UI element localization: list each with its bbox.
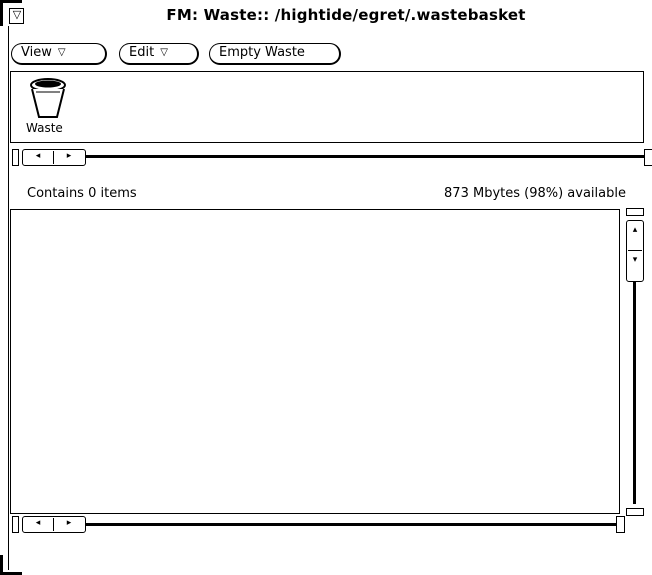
scrollbar-end-anchor[interactable]: [616, 516, 625, 533]
window-title: FM: Waste:: /hightide/egret/.wastebasket: [166, 6, 526, 24]
edit-menu-button[interactable]: Edit ▽: [119, 43, 199, 65]
view-button-label: View: [21, 45, 52, 60]
waste-icon-label[interactable]: Waste: [26, 121, 63, 135]
scroll-elevator[interactable]: ◂ ▸: [22, 516, 86, 533]
empty-waste-label: Empty Waste: [219, 45, 305, 60]
chevron-down-icon: ▽: [57, 47, 66, 58]
item-count-status: Contains 0 items: [27, 186, 137, 201]
chevron-down-icon: ▽: [160, 47, 168, 58]
vertical-scroll-elevator[interactable]: ▴ ▾: [626, 220, 644, 282]
scrollbar-end-anchor[interactable]: [644, 149, 652, 166]
scroll-left-icon[interactable]: ◂: [23, 517, 53, 532]
file-list-vertical-scrollbar[interactable]: ▴ ▾: [623, 207, 645, 517]
icon-pane-horizontal-scrollbar[interactable]: ◂ ▸: [11, 148, 652, 166]
scroll-down-icon[interactable]: ▾: [627, 253, 643, 279]
title-bar[interactable]: ▽ FM: Waste:: /hightide/egret/.wastebask…: [0, 0, 652, 34]
scroll-elevator[interactable]: ◂ ▸: [22, 149, 86, 166]
scroll-right-icon[interactable]: ▸: [54, 150, 84, 165]
edit-button-label: Edit: [129, 45, 155, 60]
scroll-cable[interactable]: [86, 523, 616, 526]
empty-waste-button[interactable]: Empty Waste: [209, 43, 341, 65]
scrollbar-start-anchor[interactable]: [12, 516, 19, 533]
scrollbar-top-anchor[interactable]: [626, 208, 644, 216]
view-menu-button[interactable]: View ▽: [11, 43, 107, 65]
scroll-up-icon[interactable]: ▴: [627, 223, 643, 249]
file-list-horizontal-scrollbar[interactable]: ◂ ▸: [11, 515, 631, 533]
wastebasket-icon[interactable]: [28, 77, 68, 119]
scrollbar-start-anchor[interactable]: [12, 149, 19, 166]
scroll-cable[interactable]: [86, 155, 644, 158]
file-list-pane[interactable]: [10, 209, 620, 514]
scroll-left-icon[interactable]: ◂: [23, 150, 53, 165]
icon-pane: [10, 71, 644, 143]
scroll-right-icon[interactable]: ▸: [54, 517, 84, 532]
vertical-scroll-cable[interactable]: [633, 282, 636, 504]
disk-space-status: 873 Mbytes (98%) available: [444, 186, 626, 201]
